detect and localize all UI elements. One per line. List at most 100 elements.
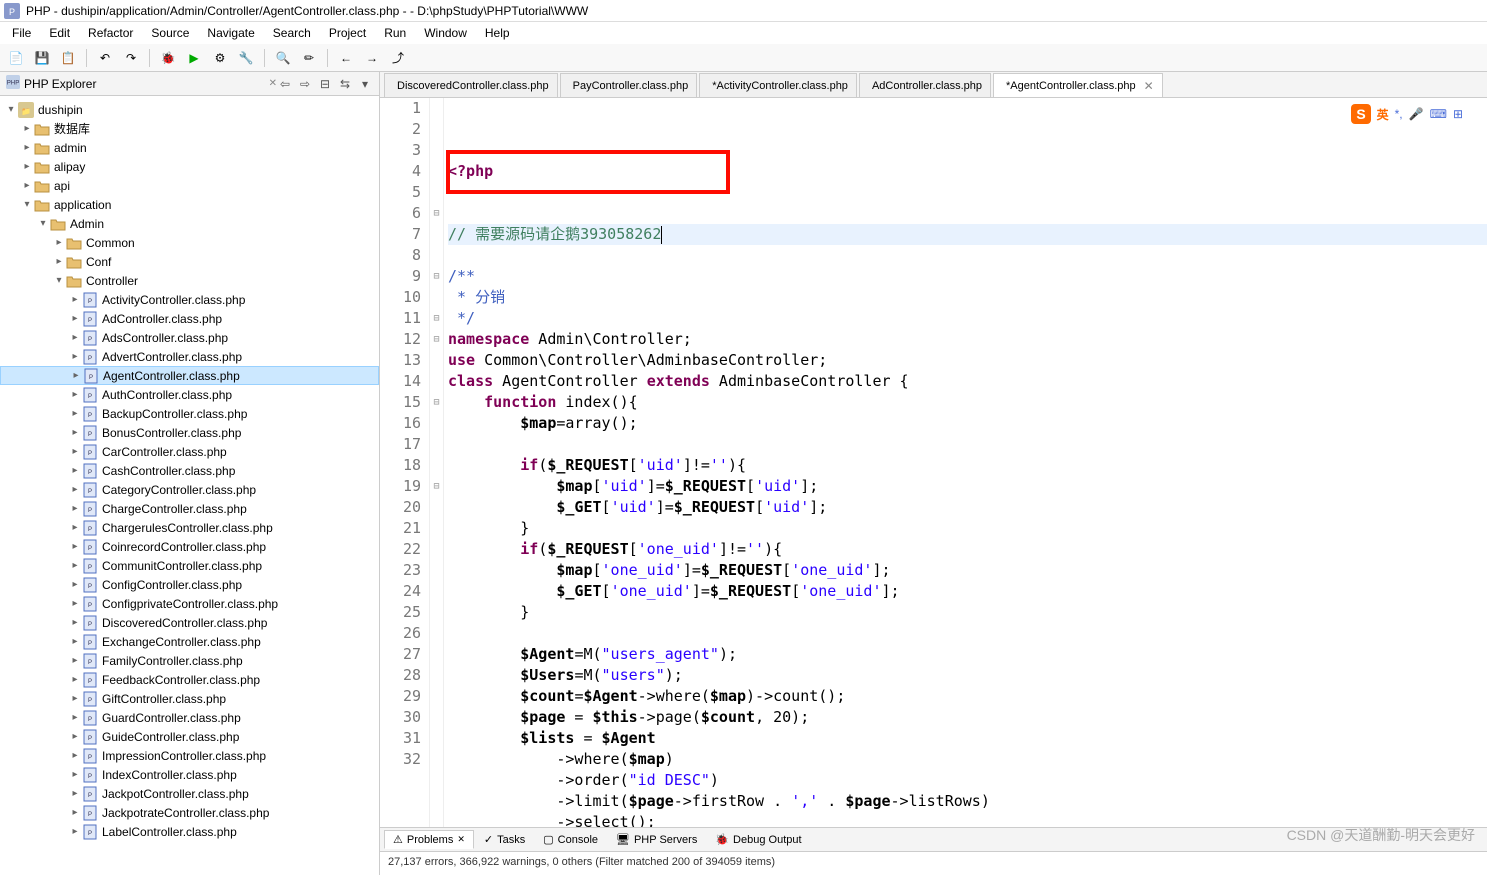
file-GuideController-class-php[interactable]: ▸PGuideController.class.php	[0, 727, 379, 746]
code-content[interactable]: <?php// 需要源码请企鹅393058262/** * 分销 */names…	[444, 98, 1487, 827]
menu-run[interactable]: Run	[376, 24, 414, 42]
folder-controller[interactable]: ▾Controller	[0, 271, 379, 290]
back-icon[interactable]: ⇦	[277, 77, 293, 91]
twisty-icon[interactable]: ▸	[20, 123, 34, 134]
twisty-icon[interactable]: ▾	[36, 218, 50, 229]
folder-api[interactable]: ▸api	[0, 176, 379, 195]
link-icon[interactable]: ⇆	[337, 77, 353, 91]
file-CashController-class-php[interactable]: ▸PCashController.class.php	[0, 461, 379, 480]
file-JackpotrateController-class-php[interactable]: ▸PJackpotrateController.class.php	[0, 803, 379, 822]
file-ActivityController-class-php[interactable]: ▸PActivityController.class.php	[0, 290, 379, 309]
file-GiftController-class-php[interactable]: ▸PGiftController.class.php	[0, 689, 379, 708]
twisty-icon[interactable]: ▸	[68, 351, 82, 362]
ime-grid-icon[interactable]: ⊞	[1453, 107, 1463, 121]
bottom-tab-tasks[interactable]: ✓Tasks	[476, 831, 533, 848]
twisty-icon[interactable]: ▸	[20, 161, 34, 172]
twisty-icon[interactable]: ▸	[68, 636, 82, 647]
menu-refactor[interactable]: Refactor	[80, 24, 141, 42]
file-AdsController-class-php[interactable]: ▸PAdsController.class.php	[0, 328, 379, 347]
twisty-icon[interactable]: ▾	[4, 104, 18, 115]
nav-back-icon[interactable]: ←	[336, 48, 356, 68]
bottom-tab-php-servers[interactable]: 🖥PHP Servers	[608, 831, 705, 848]
twisty-icon[interactable]: ▾	[52, 275, 66, 286]
folder-admin[interactable]: ▸admin	[0, 138, 379, 157]
file-LabelController-class-php[interactable]: ▸PLabelController.class.php	[0, 822, 379, 841]
ime-keyboard-icon[interactable]: ⌨	[1430, 107, 1447, 121]
twisty-icon[interactable]: ▸	[20, 180, 34, 191]
editor-tab[interactable]: P*AgentController.class.php✕	[993, 73, 1163, 97]
twisty-icon[interactable]: ▸	[68, 560, 82, 571]
file-ExchangeController-class-php[interactable]: ▸PExchangeController.class.php	[0, 632, 379, 651]
twisty-icon[interactable]: ▸	[68, 579, 82, 590]
twisty-icon[interactable]: ▸	[68, 522, 82, 533]
twisty-icon[interactable]: ▸	[52, 256, 66, 267]
file-GuardController-class-php[interactable]: ▸PGuardController.class.php	[0, 708, 379, 727]
ext-tools-icon[interactable]: 🔧	[236, 48, 256, 68]
ime-mic-icon[interactable]: 🎤	[1409, 107, 1424, 121]
bottom-tab-console[interactable]: ▢Console	[535, 831, 606, 848]
file-AdvertController-class-php[interactable]: ▸PAdvertController.class.php	[0, 347, 379, 366]
view-menu-icon[interactable]: ▾	[357, 77, 373, 91]
file-ChargerulesController-class-php[interactable]: ▸PChargerulesController.class.php	[0, 518, 379, 537]
folder-alipay[interactable]: ▸alipay	[0, 157, 379, 176]
twisty-icon[interactable]: ▸	[68, 332, 82, 343]
code-editor[interactable]: 1234567891011121314151617181920212223242…	[380, 98, 1487, 827]
file-ConfigprivateController-class-php[interactable]: ▸PConfigprivateController.class.php	[0, 594, 379, 613]
file-FeedbackController-class-php[interactable]: ▸PFeedbackController.class.php	[0, 670, 379, 689]
menu-help[interactable]: Help	[477, 24, 518, 42]
file-AuthController-class-php[interactable]: ▸PAuthController.class.php	[0, 385, 379, 404]
twisty-icon[interactable]: ▸	[68, 750, 82, 761]
file-CarController-class-php[interactable]: ▸PCarController.class.php	[0, 442, 379, 461]
twisty-icon[interactable]: ▸	[68, 598, 82, 609]
file-CommunitController-class-php[interactable]: ▸PCommunitController.class.php	[0, 556, 379, 575]
folder-conf[interactable]: ▸Conf	[0, 252, 379, 271]
twisty-icon[interactable]: ▸	[68, 655, 82, 666]
bottom-tab-debug-output[interactable]: 🐞Debug Output	[707, 831, 809, 848]
undo-icon[interactable]: ↶	[95, 48, 115, 68]
ime-punct[interactable]: *,	[1395, 107, 1403, 121]
nav-last-icon[interactable]: ⤴	[388, 48, 408, 68]
file-JackpotController-class-php[interactable]: ▸PJackpotController.class.php	[0, 784, 379, 803]
folder-common[interactable]: ▸Common	[0, 233, 379, 252]
debug-icon[interactable]: 🐞	[158, 48, 178, 68]
file-IndexController-class-php[interactable]: ▸PIndexController.class.php	[0, 765, 379, 784]
folder-数据库[interactable]: ▸数据库	[0, 119, 379, 138]
twisty-icon[interactable]: ▸	[52, 237, 66, 248]
twisty-icon[interactable]: ▸	[68, 788, 82, 799]
twisty-icon[interactable]: ▸	[68, 389, 82, 400]
file-CoinrecordController-class-php[interactable]: ▸PCoinrecordController.class.php	[0, 537, 379, 556]
menu-project[interactable]: Project	[321, 24, 374, 42]
twisty-icon[interactable]: ▸	[68, 313, 82, 324]
twisty-icon[interactable]: ▸	[68, 731, 82, 742]
file-ImpressionController-class-php[interactable]: ▸PImpressionController.class.php	[0, 746, 379, 765]
collapse-icon[interactable]: ⊟	[317, 77, 333, 91]
save-icon[interactable]: 💾	[32, 48, 52, 68]
save-all-icon[interactable]: 📋	[58, 48, 78, 68]
menu-edit[interactable]: Edit	[41, 24, 78, 42]
twisty-icon[interactable]: ▸	[68, 408, 82, 419]
twisty-icon[interactable]: ▸	[68, 807, 82, 818]
pin-icon[interactable]: ✕	[457, 834, 465, 845]
fwd-icon[interactable]: ⇨	[297, 77, 313, 91]
menu-navigate[interactable]: Navigate	[199, 24, 262, 42]
twisty-icon[interactable]: ▸	[68, 465, 82, 476]
twisty-icon[interactable]: ▸	[68, 693, 82, 704]
file-BonusController-class-php[interactable]: ▸PBonusController.class.php	[0, 423, 379, 442]
twisty-icon[interactable]: ▾	[20, 199, 34, 210]
run-config-icon[interactable]: ⚙	[210, 48, 230, 68]
menu-window[interactable]: Window	[416, 24, 475, 42]
file-AgentController-class-php[interactable]: ▸PAgentController.class.php	[0, 366, 379, 385]
twisty-icon[interactable]: ▸	[68, 446, 82, 457]
file-BackupController-class-php[interactable]: ▸PBackupController.class.php	[0, 404, 379, 423]
nav-fwd-icon[interactable]: →	[362, 48, 382, 68]
folder-application[interactable]: ▾application	[0, 195, 379, 214]
menu-file[interactable]: File	[4, 24, 39, 42]
project-root[interactable]: ▾📁dushipin	[0, 100, 379, 119]
folder-admin[interactable]: ▾Admin	[0, 214, 379, 233]
file-ConfigController-class-php[interactable]: ▸PConfigController.class.php	[0, 575, 379, 594]
twisty-icon[interactable]: ▸	[69, 370, 83, 381]
ime-lang[interactable]: 英	[1377, 106, 1389, 123]
twisty-icon[interactable]: ▸	[68, 712, 82, 723]
editor-tab[interactable]: P*ActivityController.class.php	[699, 73, 857, 97]
close-icon[interactable]: ✕	[1144, 79, 1154, 93]
